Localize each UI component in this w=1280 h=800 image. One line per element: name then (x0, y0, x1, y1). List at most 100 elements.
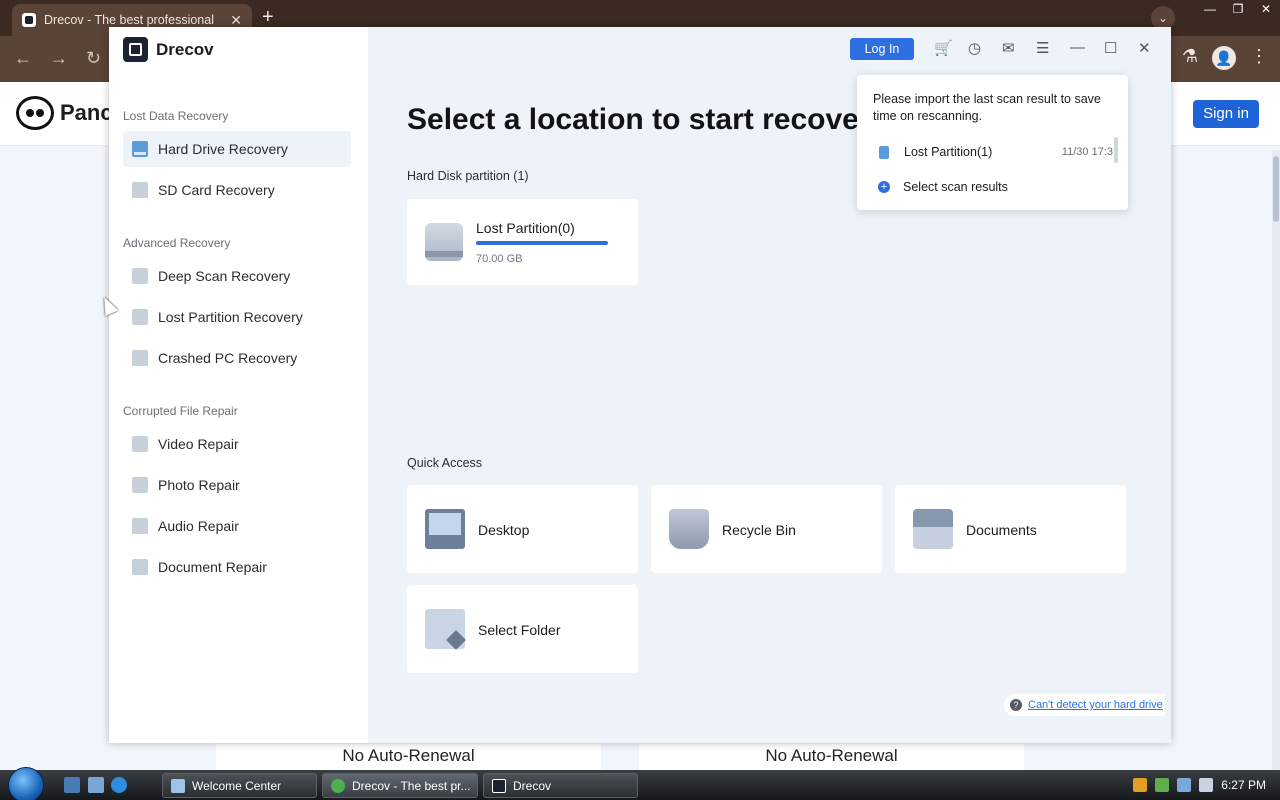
windows-taskbar: Welcome Center Drecov - The best pr... D… (0, 767, 1280, 800)
sidebar-item-label: Audio Repair (158, 518, 239, 534)
minimize-icon[interactable]: — (1070, 39, 1085, 56)
desktop-icon (425, 509, 465, 549)
app-brand: Drecov (123, 37, 214, 62)
close-icon[interactable]: ✕ (1138, 39, 1151, 57)
internet-explorer-icon[interactable] (111, 777, 127, 793)
cart-icon[interactable]: 🛒 (934, 39, 953, 57)
documents-folder-icon (913, 509, 953, 549)
sidebar-item-label: Deep Scan Recovery (158, 268, 291, 284)
pricing-card-label: No Auto-Renewal (216, 744, 601, 770)
window-minimize-button[interactable]: — (1196, 0, 1224, 18)
system-tray: 6:27 PM (1133, 770, 1280, 800)
quick-access-documents[interactable]: Documents (895, 485, 1126, 573)
sidebar-item-audio-repair[interactable]: Audio Repair (123, 508, 351, 544)
video-icon (132, 436, 148, 452)
start-button[interactable] (8, 767, 44, 800)
security-shield-icon[interactable] (1133, 778, 1148, 792)
partition-name: Lost Partition(0) (476, 220, 575, 236)
quick-access-select-folder[interactable]: Select Folder (407, 585, 638, 673)
popup-message: Please import the last scan result to sa… (873, 92, 1101, 123)
quick-access-desktop[interactable]: Desktop (407, 485, 638, 573)
panda-logo-icon (16, 96, 54, 130)
back-arrow-icon[interactable]: ← (14, 48, 32, 69)
new-tab-button[interactable]: + (262, 6, 274, 29)
section-title-file-repair: Corrupted File Repair (123, 404, 238, 418)
window-close-button[interactable]: ✕ (1252, 0, 1280, 18)
previous-scan-item[interactable]: Lost Partition(1) 11/30 17:3 (873, 145, 1113, 159)
sign-in-button[interactable]: Sign in (1193, 100, 1259, 128)
drecov-favicon-icon (22, 13, 36, 27)
popup-scrollbar[interactable] (1114, 137, 1118, 163)
menu-icon[interactable]: ☰ (1036, 39, 1049, 57)
app-brand-name: Drecov (156, 39, 214, 59)
labs-flask-icon[interactable]: ⚗ (1182, 46, 1198, 70)
tab-title: Drecov - The best professional (44, 13, 214, 27)
quick-access-label-text: Documents (966, 522, 1037, 538)
help-question-icon: ? (1010, 699, 1022, 711)
page-scrollbar-thumb[interactable] (1273, 156, 1279, 222)
partition-size: 70.00 GB (476, 253, 523, 265)
website-logo-text: Panc (60, 100, 113, 125)
pricing-card-label: No Auto-Renewal (639, 744, 1024, 770)
volume-muted-icon[interactable] (1199, 778, 1214, 792)
app-topbar: Log In 🛒 ◷ ✉ ☰ — ☐ ✕ (368, 27, 1171, 71)
recycle-bin-icon (669, 509, 709, 549)
taskbar-button-label: Drecov - The best pr... (352, 778, 471, 793)
quick-access-recycle-bin[interactable]: Recycle Bin (651, 485, 882, 573)
window-restore-button[interactable]: ❐ (1224, 0, 1252, 18)
section-title-lost-data: Lost Data Recovery (123, 109, 229, 123)
quick-access-label-text: Desktop (478, 522, 530, 538)
audio-icon (132, 518, 148, 534)
quick-access-label-text: Select Folder (478, 622, 561, 638)
page-scrollbar-track[interactable] (1272, 150, 1280, 770)
hard-drive-icon (132, 141, 148, 157)
mail-icon[interactable]: ✉ (1002, 39, 1015, 57)
sidebar-item-label: Document Repair (158, 559, 267, 575)
log-in-button[interactable]: Log In (850, 38, 914, 60)
partition-usage-fill (476, 241, 608, 245)
select-scan-results-label: Select scan results (903, 180, 1008, 194)
website-logo[interactable]: Panc (16, 96, 113, 130)
document-icon (132, 559, 148, 575)
maximize-icon[interactable]: ☐ (1104, 39, 1117, 57)
profile-avatar-icon[interactable]: 👤 (1212, 46, 1236, 70)
taskbar-button-drecov[interactable]: Drecov (483, 773, 638, 798)
forward-arrow-icon[interactable]: → (50, 48, 68, 69)
taskbar-clock[interactable]: 6:27 PM (1221, 778, 1266, 792)
reload-icon[interactable]: ↻ (86, 48, 101, 69)
display-icon[interactable] (1177, 778, 1192, 792)
sidebar-item-crashed-pc-recovery[interactable]: Crashed PC Recovery (123, 340, 351, 376)
sidebar-item-video-repair[interactable]: Video Repair (123, 426, 351, 462)
taskbar-button-browser[interactable]: Drecov - The best pr... (322, 773, 478, 798)
sidebar-item-sd-card-recovery[interactable]: SD Card Recovery (123, 172, 351, 208)
sidebar-item-hard-drive-recovery[interactable]: Hard Drive Recovery (123, 131, 351, 167)
taskbar-button-label: Drecov (513, 778, 552, 793)
switch-windows-icon[interactable] (88, 777, 104, 793)
previous-scan-time: 11/30 17:3 (1061, 146, 1113, 158)
deep-scan-icon (132, 268, 148, 284)
sidebar-item-lost-partition-recovery[interactable]: Lost Partition Recovery (123, 299, 351, 335)
sidebar-item-label: Hard Drive Recovery (158, 141, 288, 157)
help-link-text: Can't detect your hard drive (1028, 699, 1163, 711)
history-icon[interactable]: ◷ (968, 39, 981, 57)
select-scan-results-button[interactable]: + Select scan results (873, 180, 1008, 194)
hard-disk-icon (425, 223, 463, 261)
tab-close-icon[interactable]: ✕ (230, 12, 242, 29)
scan-file-icon (879, 145, 889, 159)
sidebar-item-label: Video Repair (158, 436, 239, 452)
browser-menu-icon[interactable]: ⋮ (1250, 46, 1268, 70)
plus-circle-icon: + (878, 181, 890, 193)
partition-card[interactable]: Lost Partition(0) 70.00 GB (407, 199, 638, 285)
show-desktop-icon[interactable] (64, 777, 80, 793)
sidebar-item-photo-repair[interactable]: Photo Repair (123, 467, 351, 503)
sidebar-item-deep-scan-recovery[interactable]: Deep Scan Recovery (123, 258, 351, 294)
network-status-icon[interactable] (1155, 778, 1170, 792)
quick-access-label: Quick Access (407, 456, 483, 470)
taskbar-button-welcome-center[interactable]: Welcome Center (162, 773, 317, 798)
sidebar-item-document-repair[interactable]: Document Repair (123, 549, 351, 585)
sidebar-item-label: Crashed PC Recovery (158, 350, 298, 366)
cant-detect-drive-link[interactable]: ? Can't detect your hard drive (1004, 694, 1165, 716)
quick-access-label-text: Recycle Bin (722, 522, 796, 538)
import-scan-popup: Please import the last scan result to sa… (857, 75, 1128, 210)
sd-card-icon (132, 182, 148, 198)
